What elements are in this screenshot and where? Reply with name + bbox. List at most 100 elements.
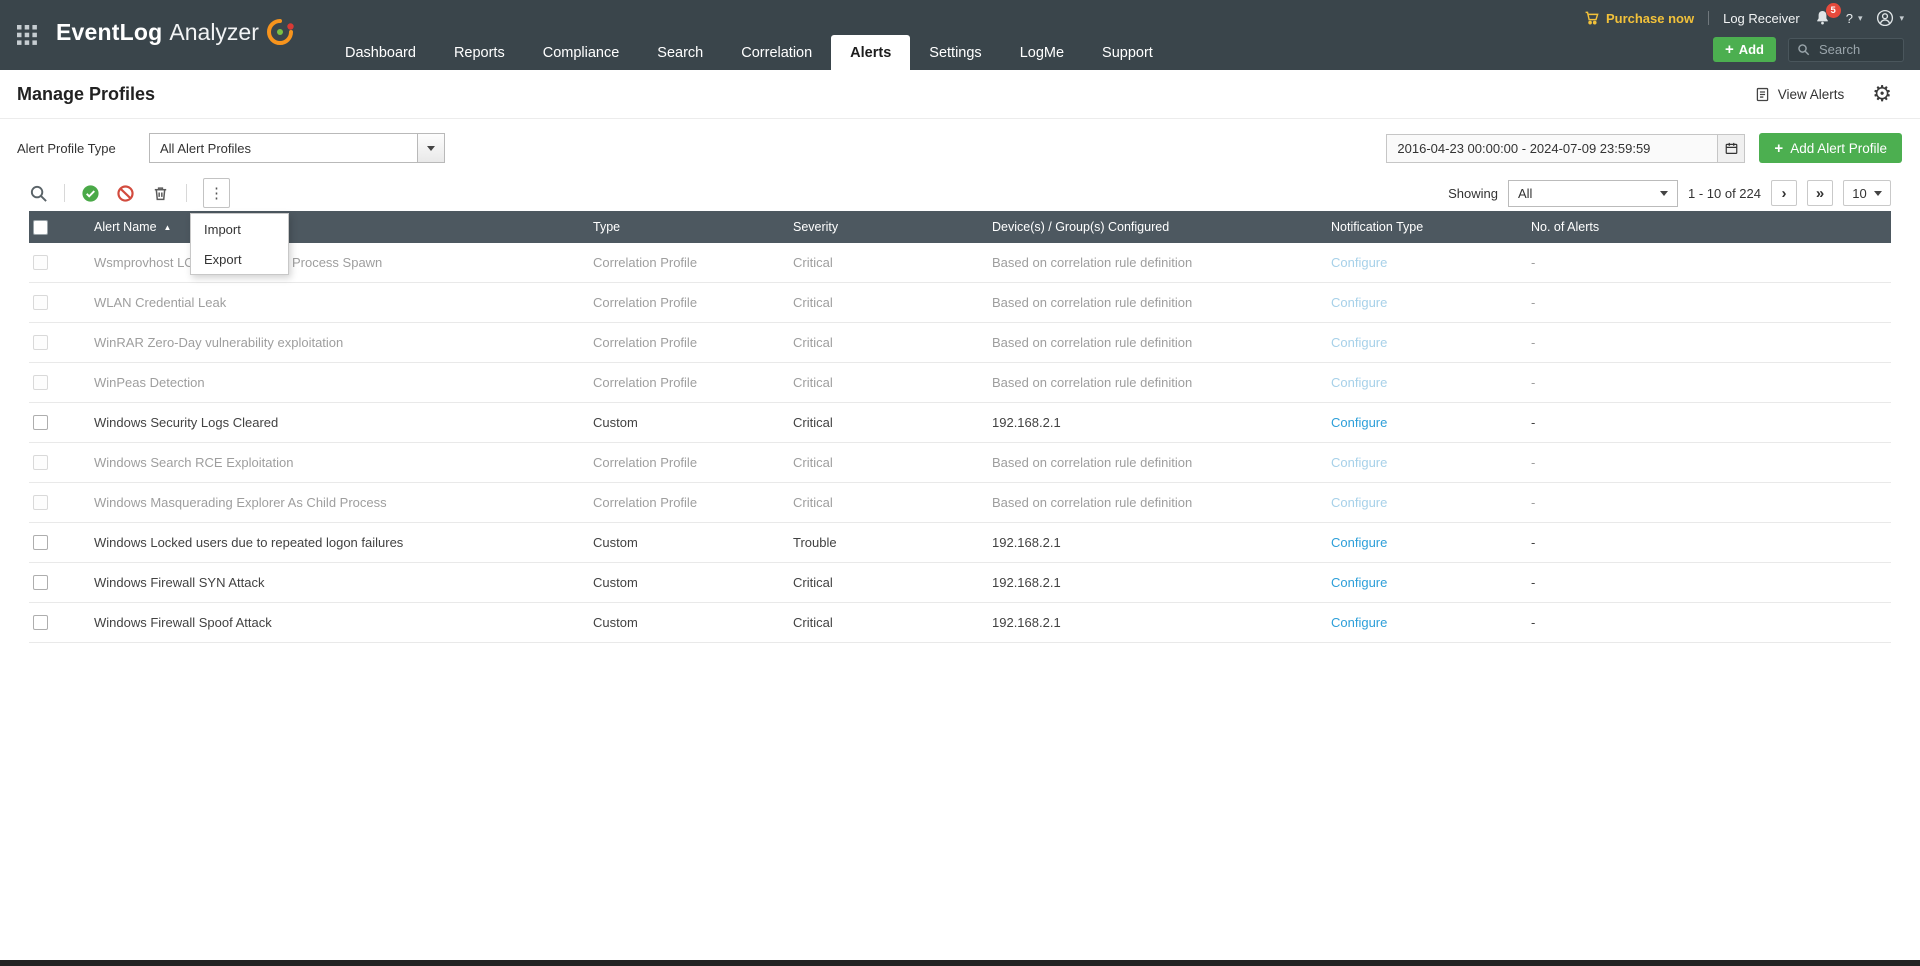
date-range-value: 2016-04-23 00:00:00 - 2024-07-09 23:59:5…: [1397, 141, 1650, 156]
alert-count: -: [1531, 375, 1891, 390]
nav-support[interactable]: Support: [1083, 35, 1172, 70]
apps-grid-icon[interactable]: [16, 24, 38, 46]
filter-row: Alert Profile Type All Alert Profiles 20…: [0, 119, 1920, 177]
table-row: WinRAR Zero-Day vulnerability exploitati…: [29, 323, 1891, 363]
menu-item-export[interactable]: Export: [191, 244, 288, 274]
nav-alerts[interactable]: Alerts: [831, 35, 910, 70]
column-severity[interactable]: Severity: [793, 220, 992, 234]
row-checkbox[interactable]: [33, 535, 48, 550]
menu-item-import[interactable]: Import: [191, 214, 288, 244]
user-menu[interactable]: ▾: [1876, 9, 1904, 27]
alert-count: -: [1531, 415, 1891, 430]
user-icon: [1876, 9, 1894, 27]
alert-devices: Based on correlation rule definition: [992, 455, 1331, 470]
select-all-checkbox[interactable]: [33, 220, 48, 235]
top-right-actions: + Add: [1713, 37, 1904, 62]
delete-trash-icon[interactable]: [151, 184, 170, 203]
configure-link[interactable]: Configure: [1331, 575, 1387, 590]
column-type[interactable]: Type: [593, 220, 793, 234]
last-page-button[interactable]: »: [1807, 180, 1833, 206]
table-row: WinPeas Detection Correlation Profile Cr…: [29, 363, 1891, 403]
logo-text-bold: EventLog: [56, 19, 162, 46]
alert-devices: 192.168.2.1: [992, 415, 1331, 430]
configure-link[interactable]: Configure: [1331, 455, 1387, 470]
configure-link[interactable]: Configure: [1331, 295, 1387, 310]
profile-type-select[interactable]: All Alert Profiles: [149, 133, 445, 163]
alert-count: -: [1531, 495, 1891, 510]
search-input[interactable]: [1817, 41, 1893, 58]
alert-devices: 192.168.2.1: [992, 615, 1331, 630]
help-menu[interactable]: ? ▾: [1846, 11, 1863, 26]
configure-link[interactable]: Configure: [1331, 495, 1387, 510]
cart-icon: [1584, 10, 1600, 26]
nav-search[interactable]: Search: [638, 35, 722, 70]
date-range-input[interactable]: 2016-04-23 00:00:00 - 2024-07-09 23:59:5…: [1386, 134, 1718, 163]
configure-link[interactable]: Configure: [1331, 415, 1387, 430]
disable-ban-icon[interactable]: [116, 184, 135, 203]
add-alert-profile-button[interactable]: + Add Alert Profile: [1759, 133, 1902, 163]
global-search[interactable]: [1788, 38, 1904, 62]
purchase-now-link[interactable]: Purchase now: [1584, 10, 1694, 26]
alert-name: WinRAR Zero-Day vulnerability exploitati…: [77, 335, 593, 350]
table-row: Windows Firewall Spoof Attack Custom Cri…: [29, 603, 1891, 643]
row-checkbox[interactable]: [33, 295, 48, 310]
next-page-button[interactable]: ›: [1771, 180, 1797, 206]
page-size-select[interactable]: 10: [1843, 180, 1891, 206]
view-alerts-button[interactable]: View Alerts: [1754, 86, 1845, 103]
row-checkbox[interactable]: [33, 415, 48, 430]
column-devices[interactable]: Device(s) / Group(s) Configured: [992, 220, 1331, 234]
configure-link[interactable]: Configure: [1331, 535, 1387, 550]
configure-link[interactable]: Configure: [1331, 615, 1387, 630]
showing-filter-select[interactable]: All: [1508, 180, 1678, 207]
alert-count: -: [1531, 295, 1891, 310]
add-button-label: Add: [1739, 42, 1764, 57]
nav-logme[interactable]: LogMe: [1001, 35, 1083, 70]
showing-filter-value: All: [1518, 186, 1532, 201]
search-profiles-icon[interactable]: [29, 184, 48, 203]
alert-severity: Critical: [793, 575, 992, 590]
alert-name: WinPeas Detection: [77, 375, 593, 390]
notifications-bell-icon[interactable]: 5: [1814, 9, 1832, 27]
row-checkbox[interactable]: [33, 495, 48, 510]
nav-compliance[interactable]: Compliance: [524, 35, 639, 70]
alert-name: Windows Masquerading Explorer As Child P…: [77, 495, 593, 510]
alert-name: WLAN Credential Leak: [77, 295, 593, 310]
nav-settings[interactable]: Settings: [910, 35, 1000, 70]
alert-type: Custom: [593, 415, 793, 430]
nav-correlation[interactable]: Correlation: [722, 35, 831, 70]
row-checkbox[interactable]: [33, 335, 48, 350]
configure-link[interactable]: Configure: [1331, 335, 1387, 350]
column-alert-name[interactable]: Alert Name ▲: [77, 220, 593, 234]
more-actions-button[interactable]: ⋮: [203, 178, 230, 208]
profile-type-value: All Alert Profiles: [150, 134, 417, 162]
alert-type: Correlation Profile: [593, 255, 793, 270]
logo-swirl-icon: [265, 17, 295, 47]
log-receiver-link[interactable]: Log Receiver: [1723, 11, 1800, 26]
plus-icon: +: [1774, 141, 1783, 156]
top-bar: EventLog Analyzer Dashboard Reports Comp…: [0, 0, 1920, 70]
nav-dashboard[interactable]: Dashboard: [326, 35, 435, 70]
add-button[interactable]: + Add: [1713, 37, 1776, 62]
calendar-icon[interactable]: [1718, 134, 1745, 163]
row-checkbox[interactable]: [33, 375, 48, 390]
row-checkbox[interactable]: [33, 615, 48, 630]
row-checkbox[interactable]: [33, 575, 48, 590]
bottom-strip: [0, 960, 1920, 966]
configure-link[interactable]: Configure: [1331, 255, 1387, 270]
enable-check-icon[interactable]: [81, 184, 100, 203]
row-checkbox[interactable]: [33, 455, 48, 470]
configure-link[interactable]: Configure: [1331, 375, 1387, 390]
column-notification-type[interactable]: Notification Type: [1331, 220, 1531, 234]
pagination-range: 1 - 10 of 224: [1688, 186, 1761, 201]
view-alerts-label: View Alerts: [1778, 87, 1845, 102]
row-checkbox[interactable]: [33, 255, 48, 270]
alert-type: Correlation Profile: [593, 375, 793, 390]
chevron-down-icon: [1660, 191, 1668, 196]
nav-reports[interactable]: Reports: [435, 35, 524, 70]
alert-type: Correlation Profile: [593, 295, 793, 310]
alert-count: -: [1531, 255, 1891, 270]
alert-severity: Critical: [793, 415, 992, 430]
alert-severity: Critical: [793, 495, 992, 510]
column-no-of-alerts[interactable]: No. of Alerts: [1531, 220, 1891, 234]
settings-gear-icon[interactable]: ⚙: [1872, 83, 1892, 105]
